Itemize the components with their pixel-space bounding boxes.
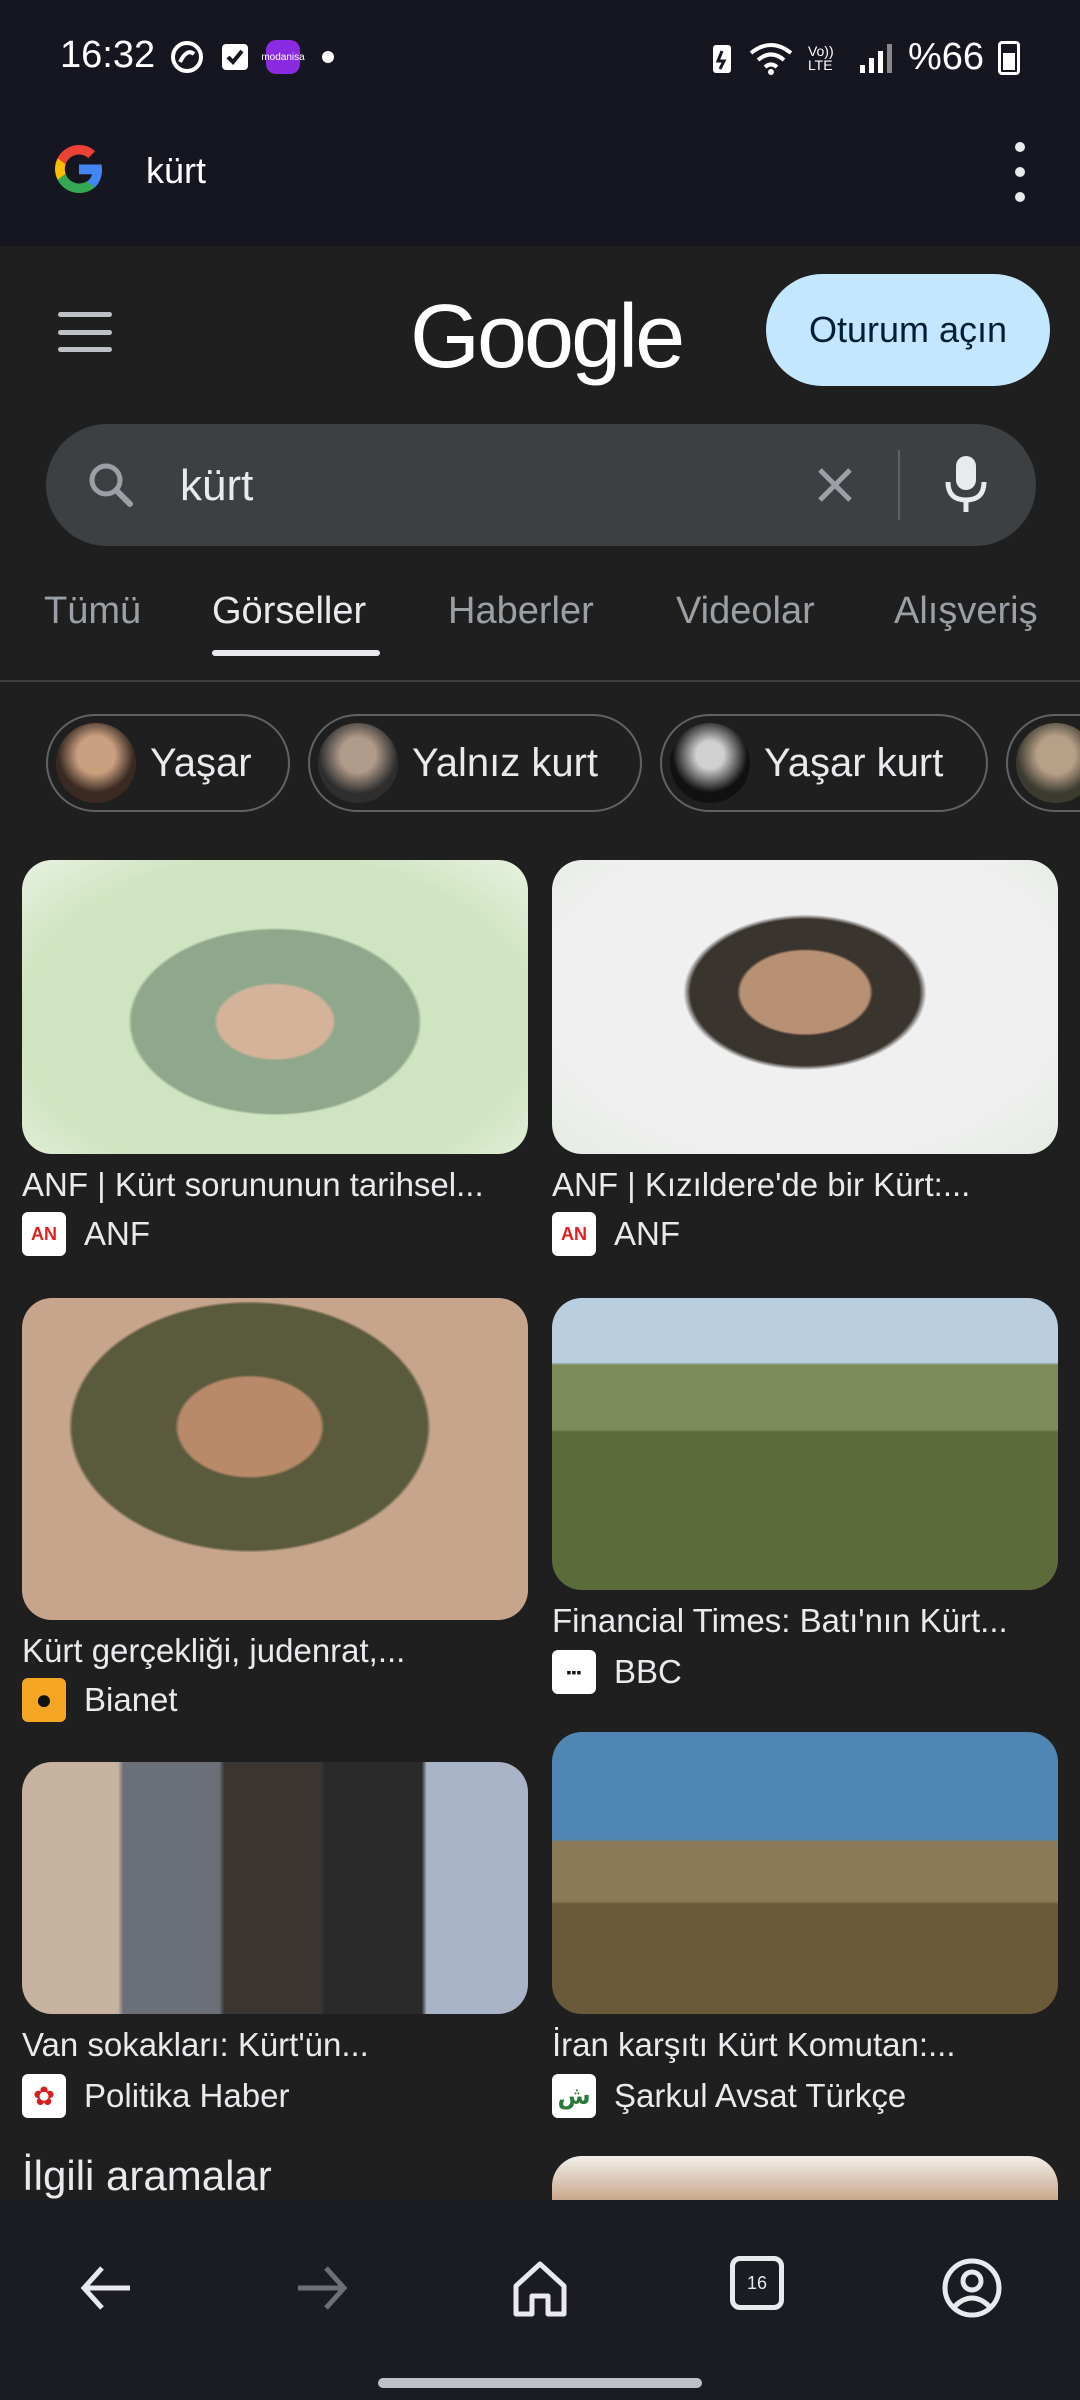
source-name: ANF	[84, 1215, 150, 1252]
result-thumbnail[interactable]	[22, 860, 528, 1154]
anf-favicon-icon: AN	[22, 1212, 66, 1256]
microphone-icon[interactable]	[936, 452, 996, 516]
chip-label: Yalnız kurt	[412, 740, 598, 785]
battery-saver-icon	[712, 44, 731, 73]
chip-avatar	[1016, 723, 1080, 803]
back-arrow-icon[interactable]	[72, 2254, 140, 2322]
result-source[interactable]: AN ANF	[22, 1212, 150, 1256]
search-icon	[89, 463, 133, 507]
tab-news[interactable]: Haberler	[448, 590, 594, 633]
source-name: ANF	[614, 1215, 680, 1252]
search-tabs: Tümü Görseller Haberler Videolar Alışver…	[0, 580, 1080, 682]
chip-yasar-kurt[interactable]: Yaşar kurt	[660, 714, 988, 812]
result-thumbnail[interactable]	[22, 1762, 528, 2014]
search-input[interactable]	[178, 450, 822, 522]
source-name: BBC	[614, 1653, 682, 1690]
image-result[interactable]: Kürt gerçekliği, judenrat,... ● Bianet	[22, 1298, 528, 1728]
chip-label: Yaşar kurt	[764, 740, 944, 785]
chip-avatar	[56, 723, 136, 803]
browser-more-menu-icon[interactable]	[1000, 142, 1040, 202]
result-thumbnail[interactable]	[22, 1298, 528, 1620]
result-title[interactable]: Financial Times: Batı'nın Kürt...	[552, 1602, 1062, 1640]
image-result[interactable]: İran karşıtı Kürt Komutan:... ش Şarkul A…	[552, 1732, 1058, 2124]
result-title[interactable]: Van sokakları: Kürt'ün...	[22, 2026, 532, 2064]
home-icon[interactable]	[506, 2254, 574, 2322]
source-name: Politika Haber	[84, 2077, 290, 2114]
result-title[interactable]: ANF | Kürt sorununun tarihsel...	[22, 1166, 532, 1204]
battery-percent: %66	[907, 36, 984, 78]
source-name: Şarkul Avsat Türkçe	[614, 2077, 907, 2114]
chip-yasar[interactable]: Yaşar	[46, 714, 290, 812]
browser-toolbar: kürt	[0, 120, 1080, 246]
source-name: Bianet	[84, 1681, 178, 1718]
search-divider	[898, 450, 900, 520]
result-source[interactable]: ✿ Politika Haber	[22, 2074, 289, 2118]
result-thumbnail[interactable]	[552, 860, 1058, 1154]
politika-haber-favicon-icon: ✿	[22, 2074, 66, 2118]
browser-address-query[interactable]: kürt	[146, 150, 206, 192]
chip-label: Yaşar	[150, 740, 252, 785]
search-box[interactable]	[46, 424, 1036, 546]
image-result[interactable]: ANF | Kürt sorununun tarihsel... AN ANF	[22, 860, 528, 1260]
checkbox-notification-icon	[218, 40, 252, 74]
clear-icon[interactable]	[808, 458, 862, 512]
tab-switcher-button[interactable]: 16	[730, 2256, 784, 2310]
app-notification-icon: modanisa	[261, 40, 305, 74]
bbc-favicon-icon: ▪▪▪	[552, 1650, 596, 1694]
forward-arrow-icon[interactable]	[288, 2254, 356, 2322]
wifi-icon	[749, 42, 793, 75]
sarkul-avsat-favicon-icon: ش	[552, 2074, 596, 2118]
volte-icon: Vo)) LTE	[807, 42, 834, 73]
signal-icon	[859, 43, 892, 73]
result-thumbnail[interactable]	[552, 1298, 1058, 1590]
anf-favicon-icon: AN	[552, 1212, 596, 1256]
notification-icons: modanisa	[170, 40, 334, 74]
browser-bottom-nav: 16	[0, 2200, 1080, 2400]
result-title[interactable]: İran karşıtı Kürt Komutan:...	[552, 2026, 1062, 2064]
google-g-icon[interactable]	[50, 140, 108, 198]
suggestion-chips: Yaşar Yalnız kurt Yaşar kurt	[0, 714, 1080, 816]
related-searches-title: İlgili aramalar	[22, 2152, 272, 2199]
chip-yalniz-kurt[interactable]: Yalnız kurt	[308, 714, 642, 812]
google-logo[interactable]: Google	[410, 286, 685, 389]
battery-icon	[998, 40, 1020, 75]
status-right: Vo)) LTE %66	[710, 36, 1020, 79]
status-time: 16:32	[60, 34, 156, 76]
swirl-icon	[170, 40, 204, 74]
bianet-favicon-icon: ●	[22, 1678, 66, 1722]
status-bar: 16:32 modanisa Vo)) LTE %66	[0, 0, 1080, 120]
tab-images[interactable]: Görseller	[212, 590, 366, 633]
result-source[interactable]: AN ANF	[552, 1212, 680, 1256]
image-result[interactable]: Van sokakları: Kürt'ün... ✿ Politika Hab…	[22, 1762, 528, 2122]
tab-videos[interactable]: Videolar	[676, 590, 815, 633]
result-source[interactable]: ● Bianet	[22, 1678, 178, 1722]
active-tab-indicator	[212, 650, 380, 656]
gesture-home-bar[interactable]	[378, 2378, 702, 2388]
image-result[interactable]: Financial Times: Batı'nın Kürt... ▪▪▪ BB…	[552, 1298, 1058, 1698]
result-title[interactable]: Kürt gerçekliği, judenrat,...	[22, 1632, 532, 1670]
result-thumbnail-partial[interactable]	[552, 2156, 1058, 2200]
result-source[interactable]: ش Şarkul Avsat Türkçe	[552, 2074, 906, 2118]
result-thumbnail[interactable]	[552, 1732, 1058, 2014]
chip-avatar	[670, 723, 750, 803]
chip-more[interactable]	[1006, 714, 1080, 812]
result-title[interactable]: ANF | Kızıldere'de bir Kürt:...	[552, 1166, 1062, 1204]
tab-shopping[interactable]: Alışveriş	[894, 590, 1038, 633]
tab-all[interactable]: Tümü	[44, 590, 141, 633]
account-icon[interactable]	[938, 2254, 1006, 2322]
more-notifications-dot-icon	[322, 51, 334, 63]
hamburger-menu-icon[interactable]	[58, 312, 112, 352]
chip-avatar	[318, 723, 398, 803]
signin-button[interactable]: Oturum açın	[766, 274, 1050, 386]
image-result[interactable]: ANF | Kızıldere'de bir Kürt:... AN ANF	[552, 860, 1058, 1260]
result-source[interactable]: ▪▪▪ BBC	[552, 1650, 682, 1694]
